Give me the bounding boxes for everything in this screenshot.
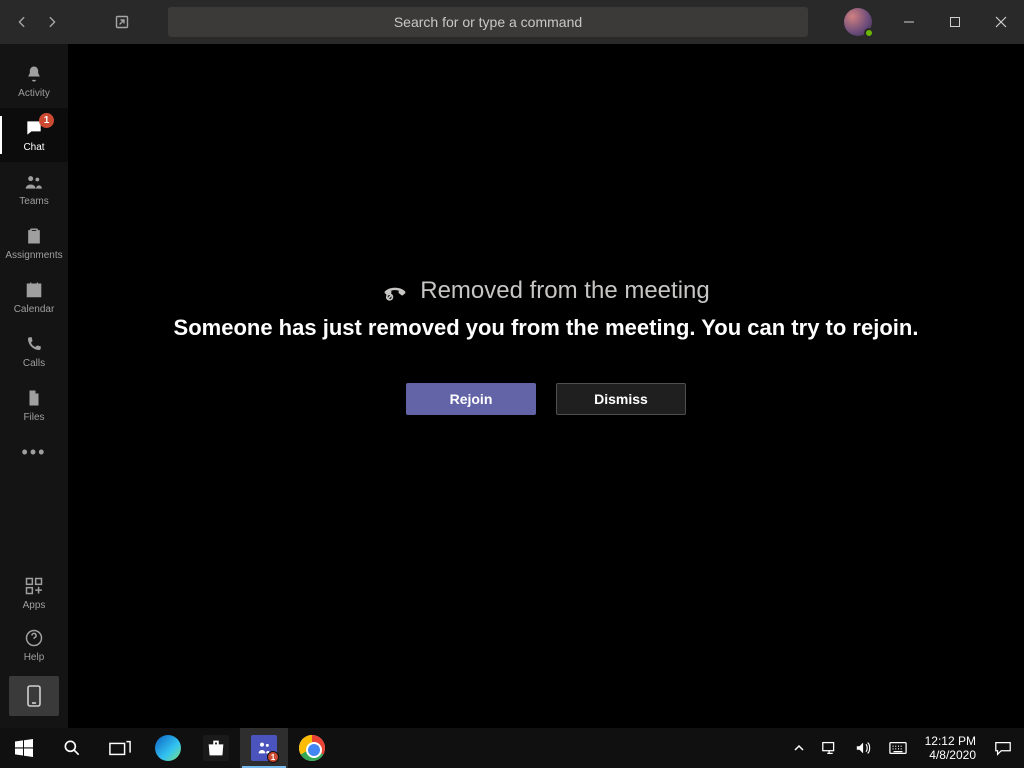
rail-item-calendar[interactable]: Calendar bbox=[0, 270, 68, 324]
mobile-icon bbox=[27, 685, 41, 707]
assignments-icon bbox=[24, 225, 44, 247]
rail-item-calls[interactable]: Calls bbox=[0, 324, 68, 378]
close-button[interactable] bbox=[978, 0, 1024, 44]
store-icon bbox=[203, 735, 229, 761]
rejoin-button[interactable]: Rejoin bbox=[406, 383, 536, 415]
apps-icon bbox=[24, 575, 44, 597]
rejoin-button-label: Rejoin bbox=[450, 391, 493, 407]
taskbar-app-teams[interactable]: 1 bbox=[240, 728, 288, 768]
avatar[interactable] bbox=[844, 8, 872, 36]
help-icon bbox=[24, 627, 44, 649]
rail-more-button[interactable]: ••• bbox=[0, 432, 68, 472]
tray-volume-button[interactable] bbox=[847, 728, 881, 768]
search-icon bbox=[62, 738, 82, 758]
rail-item-apps[interactable]: Apps bbox=[0, 568, 68, 618]
notification-badge: 1 bbox=[39, 113, 54, 128]
taskbar-app-edge[interactable] bbox=[144, 728, 192, 768]
dialog-message: Someone has just removed you from the me… bbox=[174, 315, 919, 341]
dismiss-button-label: Dismiss bbox=[594, 391, 648, 407]
volume-icon bbox=[855, 740, 873, 756]
forward-button[interactable] bbox=[40, 10, 64, 34]
rail-item-help[interactable]: Help bbox=[0, 620, 68, 670]
chevron-up-icon bbox=[793, 742, 805, 754]
rail-item-assignments[interactable]: Assignments bbox=[0, 216, 68, 270]
taskbar-clock[interactable]: 12:12 PM 4/8/2020 bbox=[915, 728, 986, 768]
teams-app-icon: 1 bbox=[251, 735, 277, 761]
action-center-icon bbox=[994, 740, 1012, 756]
start-button[interactable] bbox=[0, 728, 48, 768]
windows-icon bbox=[15, 739, 33, 757]
clock-time: 12:12 PM bbox=[925, 734, 976, 748]
get-mobile-app-button[interactable] bbox=[9, 676, 59, 716]
rail-item-label: Files bbox=[23, 412, 44, 423]
task-view-icon bbox=[109, 739, 131, 757]
bell-icon bbox=[24, 63, 44, 85]
rail-item-label: Activity bbox=[18, 88, 50, 99]
tray-overflow-button[interactable] bbox=[785, 728, 813, 768]
file-icon bbox=[25, 387, 43, 409]
calendar-icon bbox=[24, 279, 44, 301]
taskbar-app-chrome[interactable] bbox=[288, 728, 336, 768]
tray-network-button[interactable] bbox=[813, 728, 847, 768]
hangup-icon bbox=[382, 278, 408, 304]
rail-item-label: Assignments bbox=[5, 250, 62, 261]
back-button[interactable] bbox=[10, 10, 34, 34]
rail-item-label: Help bbox=[24, 652, 45, 663]
removed-from-meeting-dialog: Removed from the meeting Someone has jus… bbox=[174, 277, 919, 415]
rail-item-chat[interactable]: Chat 1 bbox=[0, 108, 68, 162]
teams-icon bbox=[24, 171, 44, 193]
rail-item-files[interactable]: Files bbox=[0, 378, 68, 432]
dialog-title: Removed from the meeting bbox=[420, 277, 709, 305]
maximize-button[interactable] bbox=[932, 0, 978, 44]
dismiss-button[interactable]: Dismiss bbox=[556, 383, 686, 415]
minimize-button[interactable] bbox=[886, 0, 932, 44]
popout-button[interactable] bbox=[110, 10, 134, 34]
rail-item-label: Chat bbox=[23, 142, 44, 153]
presence-available-icon bbox=[864, 28, 874, 38]
rail-item-label: Teams bbox=[19, 196, 48, 207]
rail-item-activity[interactable]: Activity bbox=[0, 54, 68, 108]
tray-ime-button[interactable] bbox=[881, 728, 915, 768]
action-center-button[interactable] bbox=[986, 728, 1020, 768]
rail-item-teams[interactable]: Teams bbox=[0, 162, 68, 216]
taskbar-search-button[interactable] bbox=[48, 728, 96, 768]
chrome-icon bbox=[299, 735, 325, 761]
search-input[interactable]: Search for or type a command bbox=[168, 7, 808, 37]
taskbar-teams-badge: 1 bbox=[267, 751, 279, 763]
phone-icon bbox=[25, 333, 43, 355]
taskbar-app-store[interactable] bbox=[192, 728, 240, 768]
keyboard-icon bbox=[889, 741, 907, 755]
clock-date: 4/8/2020 bbox=[929, 748, 976, 762]
task-view-button[interactable] bbox=[96, 728, 144, 768]
network-icon bbox=[821, 740, 839, 756]
rail-item-label: Calls bbox=[23, 358, 45, 369]
rail-item-label: Apps bbox=[23, 600, 46, 611]
edge-icon bbox=[155, 735, 181, 761]
rail-item-label: Calendar bbox=[14, 304, 55, 315]
search-placeholder: Search for or type a command bbox=[394, 14, 582, 30]
